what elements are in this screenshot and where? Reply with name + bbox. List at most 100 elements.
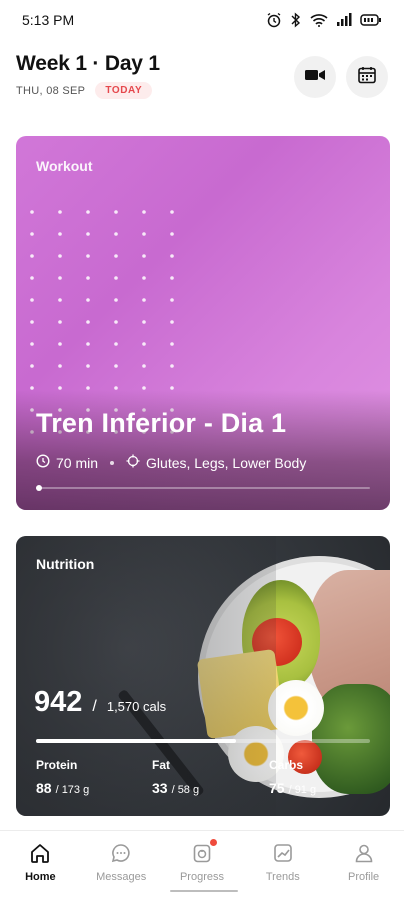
decoration-dot [142, 276, 146, 280]
decoration-dot [142, 232, 146, 236]
nav-label: Trends [265, 871, 300, 883]
decoration-dot [142, 342, 146, 346]
video-button[interactable] [294, 56, 336, 98]
decoration-dot [114, 232, 118, 236]
decoration-dot [86, 342, 90, 346]
macro-value: 33 [152, 780, 168, 796]
decoration-dot [58, 210, 62, 214]
nav-item-profile[interactable]: Profile [323, 831, 404, 900]
carousel-track [36, 487, 370, 489]
workout-card-label: Workout [36, 158, 93, 174]
macro-target: / 58 g [171, 784, 200, 796]
home-icon [28, 841, 52, 865]
nav-label: Home [25, 871, 56, 883]
decoration-dot [30, 232, 34, 236]
decoration-dot [86, 298, 90, 302]
nav-label: Profile [347, 871, 380, 883]
decoration-dot [114, 298, 118, 302]
bluetooth-icon [290, 12, 302, 28]
workout-card[interactable]: Workout Tren Inferior - Dia 1 70 min Glu… [16, 136, 390, 510]
macro-label: Protein [36, 758, 78, 772]
decoration-dot [30, 298, 34, 302]
calorie-summary: 942 / 1,570 cals [34, 686, 166, 719]
decoration-dot [86, 320, 90, 324]
calories-slash: / [92, 698, 97, 715]
carousel-indicator [36, 485, 42, 491]
nutrition-card-label: Nutrition [36, 556, 95, 572]
decoration-dot [170, 298, 174, 302]
decoration-dot [142, 254, 146, 258]
video-icon [304, 67, 326, 88]
decoration-dot [58, 276, 62, 280]
profile-icon [352, 841, 376, 865]
calories-consumed: 942 [34, 686, 83, 718]
calendar-icon [357, 65, 377, 90]
decoration-dot [142, 210, 146, 214]
target-icon [126, 454, 140, 471]
decoration-dot [86, 210, 90, 214]
nav-label: Messages [96, 871, 147, 883]
decoration-dot [58, 232, 62, 236]
nav-item-messages[interactable]: Messages [81, 831, 162, 900]
decoration-dot [86, 254, 90, 258]
home-indicator [170, 890, 238, 892]
decoration-dot [58, 320, 62, 324]
clock-icon [36, 454, 50, 471]
workout-duration: 70 min [56, 454, 99, 471]
status-bar: 5:13 PM [0, 0, 404, 40]
messages-icon [109, 841, 133, 865]
decoration-dot [114, 320, 118, 324]
meta-separator [110, 460, 115, 465]
date-label: THU, 08 SEP [16, 84, 86, 97]
status-icons [266, 12, 382, 28]
decoration-dot [114, 210, 118, 214]
decoration-dot [58, 364, 62, 368]
decoration-dot [170, 254, 174, 258]
macro-value: 88 [36, 780, 52, 796]
decoration-dot [170, 320, 174, 324]
decoration-dot [170, 364, 174, 368]
macro-fat: Fat 33 / 58 g [152, 758, 269, 796]
decoration-dot [30, 210, 34, 214]
macro-target: / 91 g [288, 784, 317, 796]
status-time: 5:13 PM [22, 12, 75, 28]
decoration-dot [170, 232, 174, 236]
workout-meta: 70 min Glutes, Legs, Lower Body [36, 454, 306, 471]
alarm-icon [266, 12, 282, 28]
signal-icon [336, 13, 352, 27]
decoration-dot [30, 342, 34, 346]
calendar-button[interactable] [346, 56, 388, 98]
decoration-dot [58, 342, 62, 346]
header: Week 1 · Day 1 THU, 08 SEP TODAY [16, 52, 388, 112]
nutrition-card[interactable]: Nutrition 942 / 1,570 cals Protein 88 / … [16, 536, 390, 816]
calorie-progress-bar [36, 739, 370, 743]
today-badge[interactable]: TODAY [95, 82, 153, 99]
macros-row: Protein 88 / 173 g Fat 33 / 58 g Carbs 7… [36, 758, 370, 796]
wifi-icon [310, 13, 328, 27]
nav-item-home[interactable]: Home [0, 831, 81, 900]
workout-title: Tren Inferior - Dia 1 [36, 408, 287, 438]
workout-muscles: Glutes, Legs, Lower Body [146, 454, 307, 471]
macro-value: 75 [269, 780, 285, 796]
nav-item-trends[interactable]: Trends [242, 831, 323, 900]
macro-label: Fat [152, 758, 170, 772]
decoration-dot [170, 342, 174, 346]
macro-protein: Protein 88 / 173 g [36, 758, 152, 796]
decoration-dot [170, 210, 174, 214]
decoration-dot [86, 232, 90, 236]
decoration-dot [30, 320, 34, 324]
decoration-dot [58, 254, 62, 258]
decoration-dot [86, 276, 90, 280]
nav-label: Progress [179, 871, 224, 883]
decoration-dot [142, 298, 146, 302]
decoration-dot [114, 254, 118, 258]
calorie-progress-fill [36, 739, 237, 743]
decoration-dot [30, 254, 34, 258]
food-egg-image [268, 680, 324, 736]
decoration-dot [30, 364, 34, 368]
calories-target: 1,570 cals [106, 699, 167, 714]
decoration-dot [170, 276, 174, 280]
decoration-dot [142, 320, 146, 324]
decoration-dot [30, 276, 34, 280]
trends-icon [271, 841, 295, 865]
